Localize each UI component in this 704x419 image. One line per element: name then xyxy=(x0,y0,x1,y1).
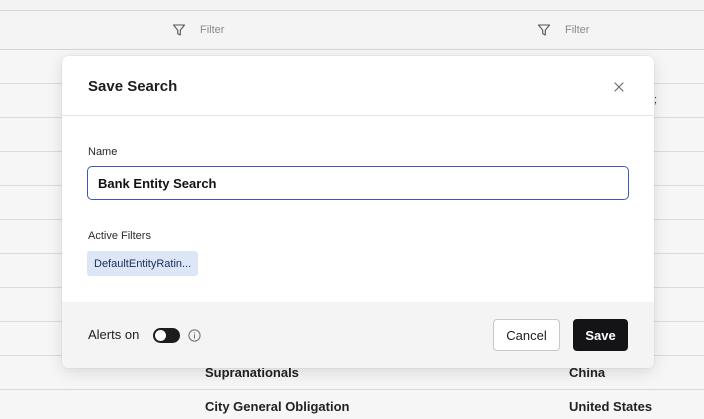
table-row[interactable]: City General Obligation United States xyxy=(0,390,704,419)
active-filters-label: Active Filters xyxy=(88,230,151,242)
info-icon[interactable] xyxy=(188,329,201,342)
table-cell-country: United States xyxy=(569,399,653,414)
grid-top-strip xyxy=(0,0,704,10)
active-filter-chip-label: DefaultEntityRatin... xyxy=(94,257,192,270)
close-button[interactable] xyxy=(608,76,630,98)
alerts-label: Alerts on xyxy=(88,327,140,342)
cancel-button[interactable]: Cancel xyxy=(493,319,560,351)
save-search-dialog: Save Search Name Active Filters DefaultE… xyxy=(62,56,654,368)
filter-cell-1[interactable]: Filter xyxy=(172,11,224,49)
name-input[interactable] xyxy=(87,166,629,200)
alerts-toggle[interactable] xyxy=(153,328,180,343)
filter-cell-2[interactable]: Filter xyxy=(537,11,589,49)
filter-placeholder[interactable]: Filter xyxy=(200,24,224,36)
filter-icon[interactable] xyxy=(172,23,186,37)
close-icon[interactable] xyxy=(614,82,624,92)
toggle-knob xyxy=(155,330,166,341)
grid-edge-fragment: ; xyxy=(654,94,658,106)
active-filter-chip[interactable]: DefaultEntityRatin... xyxy=(87,251,199,276)
grid-filter-row: Filter Filter xyxy=(0,10,704,50)
dialog-header: Save Search xyxy=(62,56,654,116)
dialog-title: Save Search xyxy=(88,78,178,95)
table-cell-sector: City General Obligation xyxy=(205,399,350,414)
filter-placeholder[interactable]: Filter xyxy=(565,24,589,36)
filter-icon[interactable] xyxy=(537,23,551,37)
save-button[interactable]: Save xyxy=(573,319,628,351)
name-label: Name xyxy=(88,146,118,158)
dialog-footer: Alerts on Cancel Save xyxy=(62,302,654,368)
